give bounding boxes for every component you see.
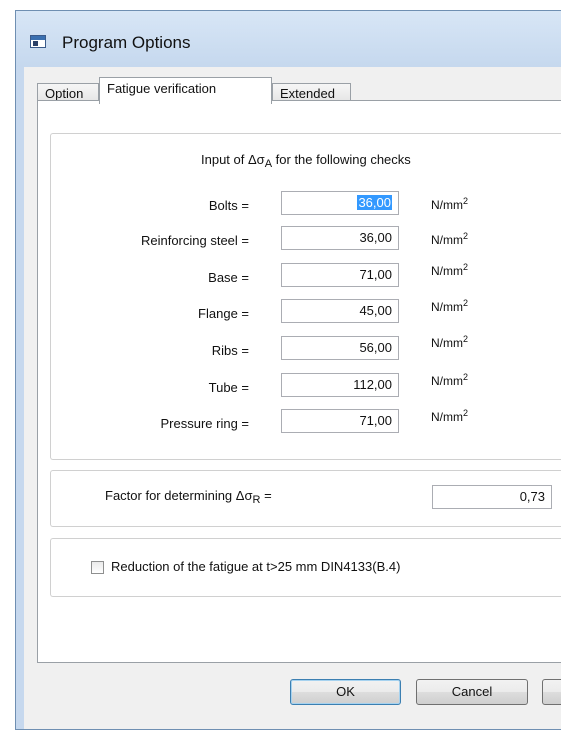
- pressure-ring-label: Pressure ring =: [160, 416, 249, 431]
- flange-input[interactable]: 45,00: [281, 299, 399, 323]
- ribs-input[interactable]: 56,00: [281, 336, 399, 360]
- base-label: Base =: [208, 270, 249, 285]
- reinforcing-steel-input[interactable]: 36,00: [281, 226, 399, 250]
- reduction-label[interactable]: Reduction of the fatigue at t>25 mm DIN4…: [111, 559, 400, 574]
- base-unit: N/mm2: [431, 262, 469, 278]
- reduction-checkbox[interactable]: [91, 561, 104, 574]
- pressure-ring-input[interactable]: 71,00: [281, 409, 399, 433]
- bolts-input[interactable]: 36,00: [281, 191, 399, 215]
- pressure-ring-unit: N/mm2: [431, 408, 469, 424]
- partial-button[interactable]: [542, 679, 561, 705]
- checks-heading: Input of ΔσA for the following checks: [201, 152, 411, 170]
- reinforcing-steel-unit: N/mm2: [431, 231, 469, 247]
- flange-label: Flange =: [198, 306, 249, 321]
- checks-group: Input of ΔσA for the following checks Bo…: [50, 133, 561, 460]
- reinforcing-steel-label: Reinforcing steel =: [140, 233, 249, 248]
- ribs-label: Ribs =: [211, 343, 249, 358]
- ok-button[interactable]: OK: [290, 679, 401, 705]
- program-options-window: Program Options Option Fatigue verificat…: [15, 10, 561, 730]
- factor-group: Factor for determining ΔσR = 0,73: [50, 470, 561, 527]
- window-title: Program Options: [62, 33, 191, 52]
- fatigue-verification-page: Input of ΔσA for the following checks Bo…: [37, 100, 561, 663]
- bolts-unit: N/mm2: [431, 196, 469, 212]
- tube-input[interactable]: 112,00: [281, 373, 399, 397]
- cancel-button[interactable]: Cancel: [416, 679, 528, 705]
- tube-unit: N/mm2: [431, 372, 469, 388]
- tab-fatigue-verification[interactable]: Fatigue verification: [99, 77, 272, 104]
- dialog-client-area: Option Fatigue verification Extended Inp…: [24, 67, 561, 729]
- factor-label: Factor for determining ΔσR =: [105, 488, 272, 506]
- factor-input[interactable]: 0,73: [432, 485, 552, 509]
- application-icon: [30, 35, 46, 48]
- tube-label: Tube =: [208, 380, 249, 395]
- delta-sigma-symbol: Δσ: [247, 152, 265, 167]
- title-bar[interactable]: Program Options: [16, 11, 561, 67]
- base-input[interactable]: 71,00: [281, 263, 399, 287]
- flange-unit: N/mm2: [431, 298, 469, 314]
- delta-sigma-r-symbol: Δσ: [235, 488, 253, 503]
- reduction-group: Reduction of the fatigue at t>25 mm DIN4…: [50, 538, 561, 597]
- bolts-label: Bolts =: [208, 198, 249, 213]
- ribs-unit: N/mm2: [431, 334, 469, 350]
